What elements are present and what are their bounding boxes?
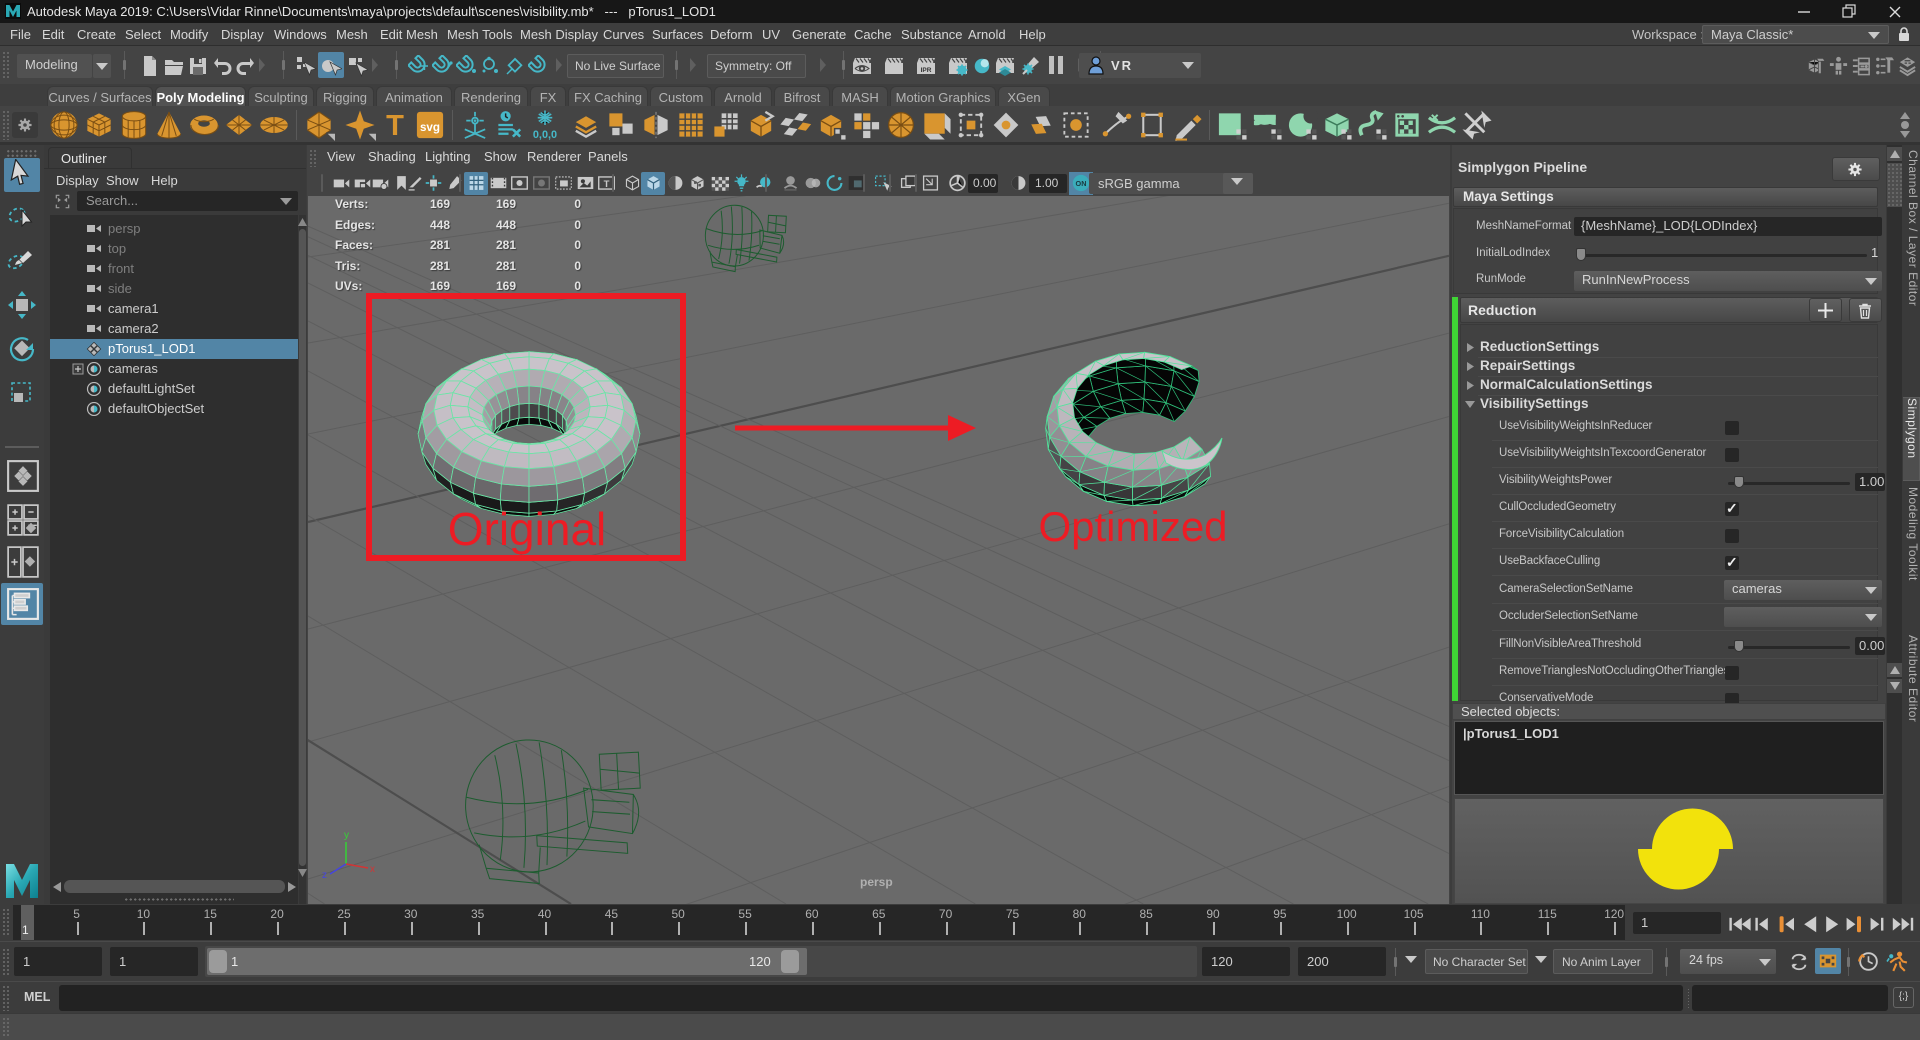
svg-text:Original: Original [448, 503, 607, 555]
svg-text:0,0,0: 0,0,0 [533, 129, 557, 141]
svg-text:svg: svg [420, 121, 440, 134]
svg-text:IPR: IPR [921, 67, 932, 74]
svg-text:Optimized: Optimized [1038, 503, 1227, 550]
svg-text:y: y [344, 830, 349, 841]
svg-text:persp: persp [860, 875, 893, 889]
svg-text:x: x [370, 864, 375, 875]
svg-text:ON: ON [1076, 179, 1087, 188]
svg-text:T: T [604, 179, 610, 190]
svg-text:T: T [386, 110, 404, 141]
svg-text:z: z [322, 870, 327, 881]
